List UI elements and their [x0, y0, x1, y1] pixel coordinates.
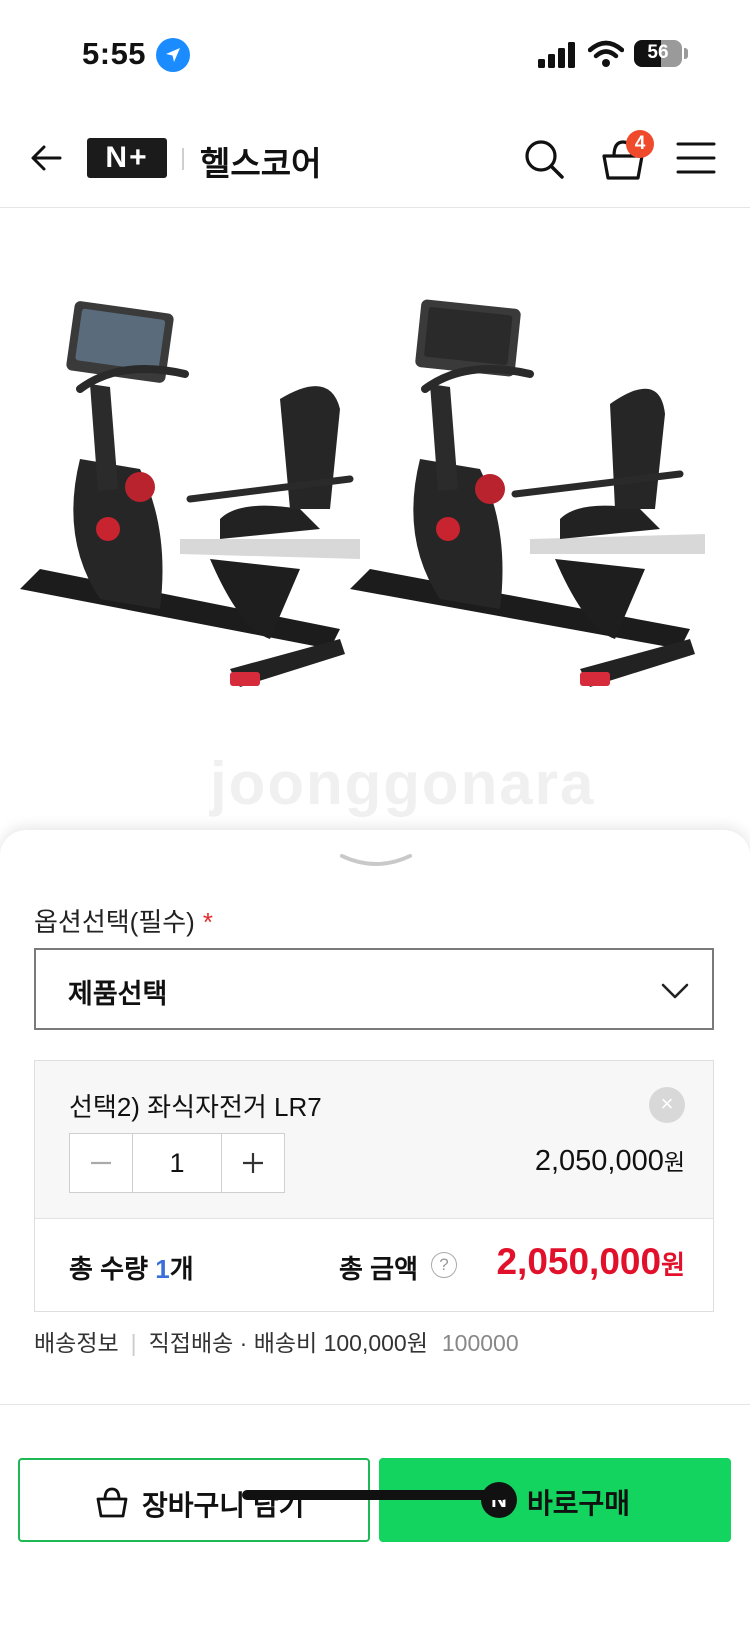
quantity-value[interactable]: 1: [132, 1134, 222, 1192]
total-quantity-label: 총 수량: [69, 1254, 156, 1284]
required-mark: *: [202, 907, 213, 937]
total-summary: 총 수량 1개 총 금액 ? 2,050,000원: [35, 1219, 713, 1311]
naver-pay-icon: N: [481, 1482, 517, 1518]
selected-option-item: 선택2) 좌식자전거 LR7 × 1 2,050,000원: [35, 1061, 713, 1219]
option-label-text: 옵션선택(필수): [34, 907, 195, 937]
wifi-icon: [588, 40, 624, 67]
cellular-signal-icon: [538, 42, 575, 68]
close-icon: ×: [660, 1091, 674, 1116]
clock: 5:55: [82, 36, 147, 71]
chevron-down-icon: [661, 983, 689, 999]
battery-percent: 56: [647, 42, 669, 63]
select-value: 제품선택: [68, 979, 168, 1009]
shipping-label: 배송정보: [34, 1330, 119, 1356]
divider: [0, 1404, 750, 1405]
header-divider: [182, 148, 184, 170]
total-amount: 2,050,000원: [496, 1241, 685, 1283]
item-price-value: 2,050,000: [534, 1145, 664, 1177]
product-select-dropdown[interactable]: 제품선택: [34, 948, 714, 1030]
help-icon[interactable]: ?: [431, 1252, 457, 1278]
cart-count-badge: 4: [626, 130, 654, 158]
collapse-handle-icon[interactable]: [336, 850, 416, 874]
shipping-extra: 100000: [441, 1330, 519, 1356]
shipping-info: 배송정보 | 직접배송 · 배송비 100,000원 100000: [34, 1324, 519, 1358]
bike-left: [20, 301, 360, 687]
selected-option-box: 선택2) 좌식자전거 LR7 × 1 2,050,000원 총 수량 1개 총 …: [34, 1060, 714, 1312]
minus-icon: [91, 1161, 111, 1165]
battery-icon: 56: [634, 40, 682, 67]
product-image[interactable]: joonggonara: [0, 209, 750, 849]
remove-option-button[interactable]: ×: [649, 1087, 685, 1123]
home-indicator: [242, 1490, 508, 1500]
watermark: joonggonara: [210, 750, 596, 817]
plus-icon: [243, 1153, 263, 1173]
total-quantity-value: 1: [155, 1254, 170, 1284]
total-quantity: 총 수량 1개: [69, 1249, 194, 1286]
item-price: 2,050,000원: [535, 1143, 685, 1178]
shipping-method: 직접배송 · 배송비 100,000원: [148, 1330, 428, 1356]
location-icon: [156, 38, 190, 72]
quantity-stepper: 1: [69, 1133, 285, 1193]
search-icon[interactable]: [522, 137, 566, 181]
increase-quantity-button[interactable]: [222, 1134, 284, 1192]
option-bottom-sheet: 옵션선택(필수) * 제품선택 선택2) 좌식자전거 LR7 × 1 2,050…: [0, 830, 750, 1626]
item-price-unit: 원: [663, 1149, 685, 1175]
bike-right: [350, 299, 705, 687]
shopping-bag-icon: [96, 1487, 128, 1518]
selected-option-name: 선택2) 좌식자전거 LR7: [69, 1092, 322, 1122]
total-amount-unit: 원: [661, 1250, 685, 1280]
total-amount-value: 2,050,000: [496, 1241, 662, 1282]
total-quantity-unit: 개: [169, 1254, 194, 1284]
store-name[interactable]: 헬스코어: [200, 137, 321, 185]
option-label: 옵션선택(필수) *: [34, 902, 213, 939]
back-arrow-icon[interactable]: [26, 138, 66, 178]
add-to-cart-button[interactable]: 장바구니 담기: [18, 1458, 370, 1542]
status-bar: 5:55 56: [0, 0, 750, 110]
app-header: N+ 헬스코어 4: [0, 110, 750, 208]
decrease-quantity-button[interactable]: [70, 1134, 132, 1192]
buy-now-button[interactable]: N 바로구매: [379, 1458, 731, 1542]
buy-now-label: 바로구매: [527, 1488, 631, 1519]
menu-icon[interactable]: [676, 140, 716, 176]
total-amount-label: 총 금액: [339, 1254, 418, 1284]
naver-plus-logo[interactable]: N+: [87, 138, 167, 178]
shipping-divider: |: [130, 1330, 137, 1356]
